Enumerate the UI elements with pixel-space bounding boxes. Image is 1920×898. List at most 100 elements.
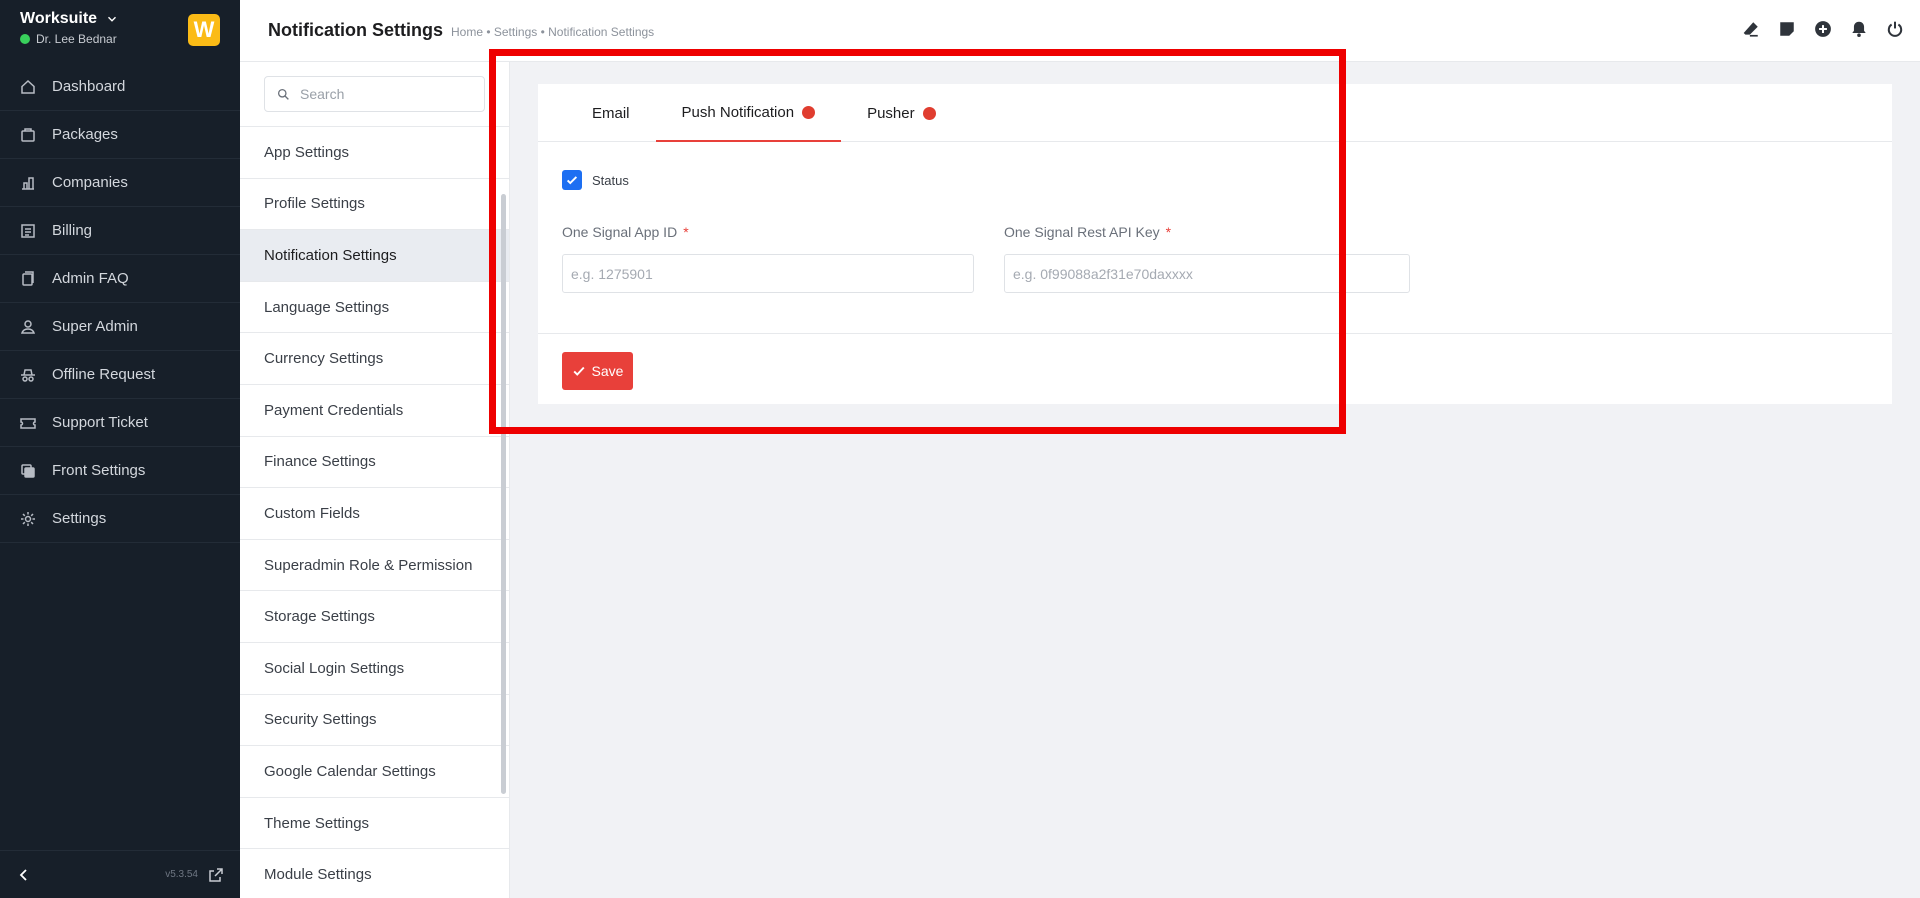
settings-item-social-login[interactable]: Social Login Settings [240, 643, 509, 695]
external-link-icon[interactable] [208, 867, 224, 883]
form-actions: Save [538, 334, 1892, 408]
settings-item-finance[interactable]: Finance Settings [240, 437, 509, 489]
current-user-name: Dr. Lee Bednar [36, 32, 117, 46]
sidebar-item-offline-request[interactable]: Offline Request [0, 351, 240, 399]
user-icon [20, 319, 36, 334]
sidebar-item-label: Settings [52, 510, 107, 527]
checkmark-icon [566, 176, 578, 185]
sidebar-item-label: Dashboard [52, 78, 126, 95]
tab-label: Push Notification [681, 103, 795, 121]
settings-item-payment-credentials[interactable]: Payment Credentials [240, 385, 509, 437]
settings-search-input[interactable] [300, 86, 480, 102]
settings-item-security[interactable]: Security Settings [240, 695, 509, 747]
settings-item-profile[interactable]: Profile Settings [240, 179, 509, 231]
required-mark: * [1165, 224, 1172, 240]
layers-icon [21, 463, 35, 478]
status-dot-icon [802, 105, 816, 119]
sidebar-item-settings[interactable]: Settings [0, 495, 240, 543]
sidebar-item-support-ticket[interactable]: Support Ticket [0, 399, 240, 447]
breadcrumb[interactable]: Home • Settings • Notification Settings [451, 25, 654, 39]
app-version: v5.3.54 [165, 869, 198, 880]
status-checkbox[interactable] [562, 170, 582, 190]
settings-item-custom-fields[interactable]: Custom Fields [240, 488, 509, 540]
eraser-icon[interactable] [1742, 20, 1760, 38]
tab-email[interactable]: Email [566, 84, 656, 142]
app-id-label: One Signal App ID * [562, 224, 974, 240]
push-notification-form: Status One Signal App ID * One Signal Re… [538, 142, 1892, 334]
package-icon [21, 127, 35, 142]
settings-item-notification[interactable]: Notification Settings [240, 230, 509, 282]
sidebar-item-label: Offline Request [52, 366, 156, 383]
document-icon [22, 270, 34, 286]
settings-item-module[interactable]: Module Settings [240, 849, 509, 898]
house-icon [21, 79, 35, 94]
sidebar-item-label: Billing [52, 222, 93, 239]
online-status-dot [20, 34, 30, 44]
sidebar-item-label: Admin FAQ [52, 270, 129, 287]
checkmark-icon [573, 366, 585, 376]
add-circle-icon[interactable] [1814, 20, 1832, 38]
sidebar-nav: Dashboard Packages Companies Billing Adm… [0, 63, 240, 543]
status-label: Status [592, 172, 629, 188]
settings-menu: App Settings Profile Settings Notificati… [240, 62, 510, 898]
sidebar-item-billing[interactable]: Billing [0, 207, 240, 255]
settings-menu-list: App Settings Profile Settings Notificati… [240, 126, 509, 898]
header-actions [1742, 20, 1904, 38]
tab-label: Pusher [867, 104, 915, 122]
settings-menu-scrollbar[interactable] [501, 194, 506, 794]
settings-item-currency[interactable]: Currency Settings [240, 333, 509, 385]
brand-header[interactable]: Worksuite Dr. Lee Bednar W [0, 0, 240, 48]
notification-tabs: Email Push Notification Pusher [538, 84, 1892, 142]
settings-item-google-calendar[interactable]: Google Calendar Settings [240, 746, 509, 798]
settings-item-app[interactable]: App Settings [240, 127, 509, 179]
sidebar-item-super-admin[interactable]: Super Admin [0, 303, 240, 351]
chevron-down-icon[interactable] [105, 12, 119, 26]
brand-name: Worksuite [20, 10, 98, 27]
required-mark: * [683, 224, 689, 240]
api-key-label-text: One Signal Rest API Key [1004, 224, 1160, 240]
sidebar-item-front-settings[interactable]: Front Settings [0, 447, 240, 495]
save-button[interactable]: Save [562, 352, 633, 390]
main-sidebar: Worksuite Dr. Lee Bednar W Dashboard Pac… [0, 0, 240, 898]
form-fields: One Signal App ID * One Signal Rest API … [562, 224, 1868, 293]
tab-pusher[interactable]: Pusher [841, 84, 962, 142]
app-id-input[interactable] [562, 254, 974, 293]
settings-item-theme[interactable]: Theme Settings [240, 798, 509, 850]
sidebar-item-dashboard[interactable]: Dashboard [0, 63, 240, 111]
chevron-left-icon[interactable] [16, 867, 32, 883]
gear-icon [21, 511, 35, 526]
api-key-label: One Signal Rest API Key * [1004, 224, 1410, 240]
settings-item-language[interactable]: Language Settings [240, 282, 509, 334]
sidebar-item-label: Packages [52, 126, 118, 143]
api-key-field: One Signal Rest API Key * [1004, 224, 1410, 293]
api-key-input[interactable] [1004, 254, 1410, 293]
sidebar-item-label: Support Ticket [52, 414, 148, 431]
sidebar-item-packages[interactable]: Packages [0, 111, 240, 159]
bell-icon[interactable] [1850, 20, 1868, 38]
top-header: Notification Settings Home • Settings • … [240, 0, 1920, 62]
ticket-icon [20, 417, 36, 429]
search-icon [277, 88, 289, 100]
page-title: Notification Settings [268, 20, 443, 40]
notification-settings-card: Email Push Notification Pusher Status On… [538, 84, 1892, 404]
brand-logo: W [188, 14, 220, 46]
tab-label: Email [592, 104, 630, 122]
save-label: Save [591, 363, 624, 379]
app-id-field: One Signal App ID * [562, 224, 974, 293]
tab-push-notification[interactable]: Push Notification [655, 84, 842, 142]
receipt-icon [21, 223, 35, 238]
sidebar-item-label: Front Settings [52, 462, 146, 479]
power-icon[interactable] [1886, 20, 1904, 38]
sidebar-item-label: Super Admin [52, 318, 138, 335]
settings-item-storage[interactable]: Storage Settings [240, 591, 509, 643]
sidebar-item-companies[interactable]: Companies [0, 159, 240, 207]
sidebar-item-label: Companies [52, 174, 128, 191]
sidebar-item-admin-faq[interactable]: Admin FAQ [0, 255, 240, 303]
settings-search [264, 76, 485, 112]
settings-item-role-permission[interactable]: Superadmin Role & Permission [240, 540, 509, 592]
sticky-note-icon[interactable] [1778, 20, 1796, 38]
status-dot-icon [922, 106, 936, 120]
status-row: Status [562, 170, 1868, 190]
building-icon [22, 176, 34, 190]
app-id-label-text: One Signal App ID [562, 224, 678, 240]
